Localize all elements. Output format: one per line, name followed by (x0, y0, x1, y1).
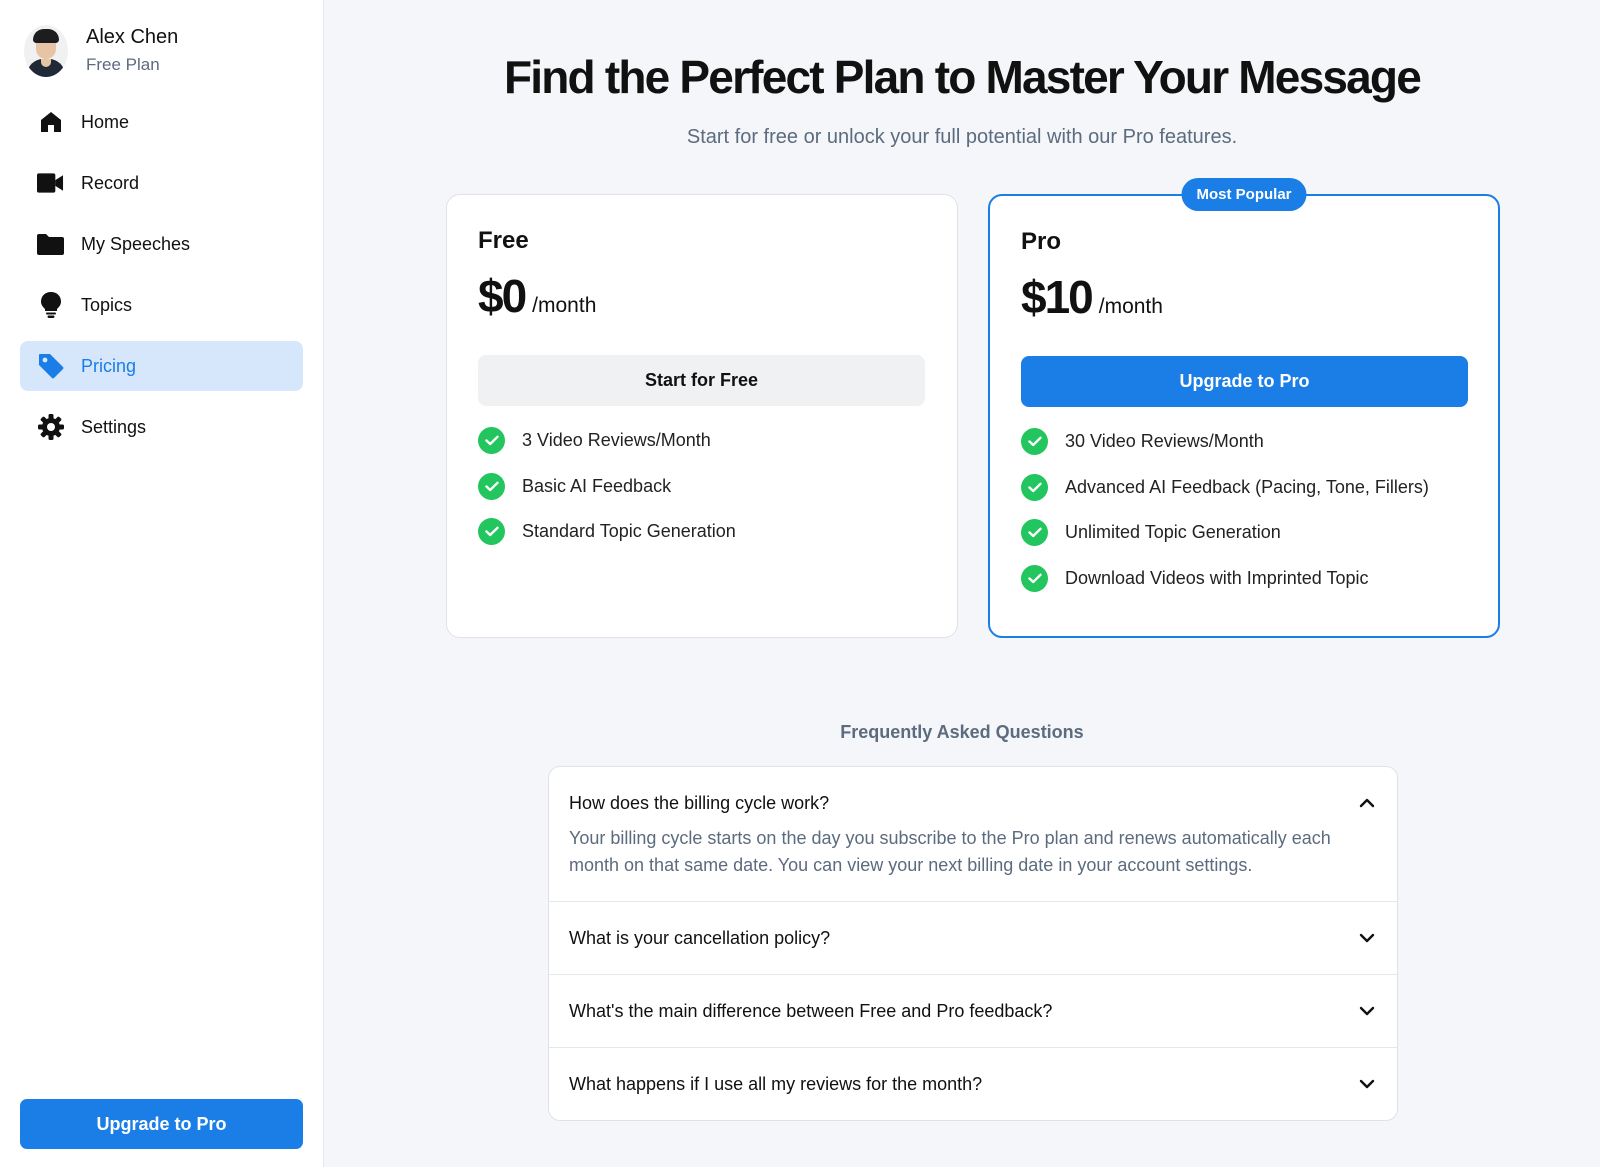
video-camera-icon (37, 170, 64, 197)
plan-period: /month (1098, 295, 1163, 318)
faq-question-toggle[interactable]: What happens if I use all my reviews for… (549, 1048, 1397, 1120)
faq-question: What happens if I use all my reviews for… (569, 1073, 983, 1094)
plan-price: $10 (1021, 271, 1094, 323)
list-item: Basic AI Feedback (478, 472, 736, 500)
check-circle-icon (1021, 473, 1048, 501)
sidebar-item-topics[interactable]: Topics (20, 280, 303, 330)
sidebar-item-home[interactable]: Home (20, 97, 303, 147)
chevron-down-icon (1357, 928, 1377, 948)
check-circle-icon (1021, 519, 1048, 546)
page-title: Find the Perfect Plan to Master Your Mes… (503, 51, 1422, 103)
faq-title: Frequently Asked Questions (840, 722, 1084, 742)
start-for-free-button[interactable]: Start for Free (478, 355, 925, 406)
list-item: 30 Video Reviews/Month (1021, 428, 1429, 455)
sidebar-item-label: Home (81, 111, 130, 132)
free-plan-card: Free $0 /month Start for Free 3 Video Re… (446, 194, 958, 638)
feature-list: 3 Video Reviews/Month Basic AI Feedback … (478, 427, 736, 564)
feature-text: Unlimited Topic Generation (1065, 522, 1281, 542)
sidebar-nav: Home Record My Speeches Topics Pricing S… (20, 97, 303, 463)
check-circle-icon (478, 427, 505, 454)
feature-text: Basic AI Feedback (522, 475, 672, 496)
list-item: Standard Topic Generation (478, 518, 736, 545)
feature-text: Advanced AI Feedback (Pacing, Tone, Fill… (1065, 476, 1429, 497)
list-item: 3 Video Reviews/Month (478, 427, 736, 454)
faq-question-toggle[interactable]: What is your cancellation policy? (549, 902, 1397, 974)
sidebar-item-label: Topics (81, 294, 133, 315)
faq-item: What's the main difference between Free … (549, 975, 1397, 1048)
upgrade-to-pro-button[interactable]: Upgrade to Pro (1021, 356, 1468, 407)
plan-period: /month (532, 294, 597, 317)
most-popular-badge: Most Popular (1181, 178, 1307, 211)
tag-icon (37, 353, 64, 380)
gear-icon (37, 414, 64, 441)
profile-name: Alex Chen (86, 26, 179, 48)
pro-plan-card: Most Popular Pro $10 /month Upgrade to P… (988, 178, 1500, 638)
check-circle-icon (1021, 564, 1048, 592)
profile-plan: Free Plan (86, 55, 160, 74)
list-item: Download Videos with Imprinted Topic (1021, 564, 1429, 592)
check-circle-icon (478, 472, 505, 500)
plan-name: Pro (1021, 228, 1062, 255)
faq-question-toggle[interactable]: What's the main difference between Free … (549, 975, 1397, 1047)
folder-icon (37, 231, 64, 258)
faq-item: What happens if I use all my reviews for… (549, 1048, 1397, 1120)
sidebar: Alex Chen Free Plan Home Record My Speec… (0, 0, 324, 1167)
sidebar-item-my-speeches[interactable]: My Speeches (20, 219, 303, 269)
check-circle-icon (478, 518, 505, 545)
faq-question: What's the main difference between Free … (569, 1000, 1053, 1021)
faq-answer: Your billing cycle starts on the day you… (569, 828, 1331, 875)
sidebar-upgrade-button[interactable]: Upgrade to Pro (20, 1099, 303, 1149)
sidebar-item-label: Pricing (81, 355, 137, 376)
faq-accordion: How does the billing cycle work? Your bi… (548, 766, 1398, 1121)
lightbulb-icon (37, 292, 64, 319)
home-icon (37, 109, 64, 136)
faq-question: What is your cancellation policy? (569, 927, 831, 948)
feature-text: 30 Video Reviews/Month (1065, 431, 1264, 451)
plan-name: Free (478, 227, 529, 254)
faq-item: What is your cancellation policy? (549, 902, 1397, 975)
feature-list: 30 Video Reviews/Month Advanced AI Feedb… (1021, 428, 1429, 610)
sidebar-item-pricing[interactable]: Pricing (20, 341, 303, 391)
chevron-down-icon (1357, 1074, 1377, 1094)
sidebar-item-label: Record (81, 172, 140, 193)
chevron-up-icon (1357, 793, 1377, 813)
faq-question: How does the billing cycle work? (569, 792, 830, 813)
sidebar-item-label: My Speeches (81, 233, 191, 254)
list-item: Advanced AI Feedback (Pacing, Tone, Fill… (1021, 473, 1429, 501)
chevron-down-icon (1357, 1001, 1377, 1021)
feature-text: Download Videos with Imprinted Topic (1065, 567, 1369, 588)
sidebar-item-settings[interactable]: Settings (20, 402, 303, 452)
check-circle-icon (1021, 428, 1048, 455)
feature-text: Standard Topic Generation (522, 521, 736, 541)
faq-item: How does the billing cycle work? Your bi… (549, 767, 1397, 902)
main-content: Find the Perfect Plan to Master Your Mes… (324, 0, 1600, 1167)
price-row: $10 /month (1021, 270, 1163, 324)
price-row: $0 /month (478, 269, 596, 323)
page-subtitle: Start for free or unlock your full poten… (686, 126, 1238, 148)
sidebar-item-record[interactable]: Record (20, 158, 303, 208)
sidebar-item-label: Settings (81, 416, 147, 437)
list-item: Unlimited Topic Generation (1021, 519, 1429, 546)
avatar (24, 24, 68, 77)
feature-text: 3 Video Reviews/Month (522, 430, 711, 450)
plan-price: $0 (478, 270, 527, 322)
user-profile[interactable]: Alex Chen Free Plan (24, 24, 178, 77)
